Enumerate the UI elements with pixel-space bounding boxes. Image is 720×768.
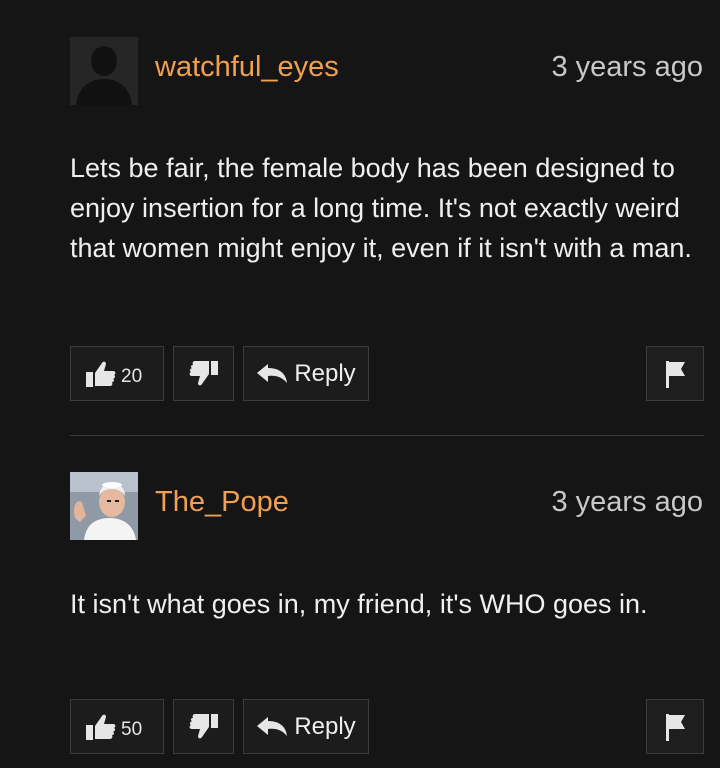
comment-text: Lets be fair, the female body has been d… xyxy=(70,153,692,263)
username[interactable]: watchful_eyes xyxy=(155,50,339,84)
reply-button[interactable]: Reply xyxy=(243,346,369,401)
comment: The_Pope 3 years ago It isn't what goes … xyxy=(0,437,720,768)
thumbs-up-icon xyxy=(86,714,116,740)
avatar[interactable] xyxy=(70,37,138,105)
reply-arrow-icon xyxy=(257,363,288,383)
reply-button[interactable]: Reply xyxy=(243,699,369,754)
flag-icon xyxy=(666,713,685,741)
thumbs-down-icon xyxy=(189,713,218,738)
like-count: 20 xyxy=(121,365,143,387)
flag-icon xyxy=(666,360,685,388)
dislike-button[interactable] xyxy=(173,346,234,401)
reply-arrow-icon xyxy=(257,716,288,736)
like-count: 50 xyxy=(121,718,143,740)
thumbs-down-icon xyxy=(189,360,218,385)
reply-label: Reply xyxy=(294,712,356,740)
avatar[interactable] xyxy=(70,472,138,540)
divider xyxy=(70,435,704,436)
pope-photo xyxy=(70,472,138,540)
default-silhouette-icon xyxy=(70,37,138,105)
flag-button[interactable] xyxy=(646,699,704,754)
username[interactable]: The_Pope xyxy=(155,485,289,519)
dislike-button[interactable] xyxy=(173,699,234,754)
flag-button[interactable] xyxy=(646,346,704,401)
timestamp: 3 years ago xyxy=(551,486,703,518)
comment: watchful_eyes 3 years ago Lets be fair, … xyxy=(0,0,720,436)
reply-label: Reply xyxy=(294,359,356,387)
thumbs-up-icon xyxy=(86,361,116,387)
like-button[interactable]: 50 xyxy=(70,699,164,754)
like-button[interactable]: 20 xyxy=(70,346,164,401)
timestamp: 3 years ago xyxy=(551,51,703,83)
comment-text: It isn't what goes in, my friend, it's W… xyxy=(70,589,648,619)
